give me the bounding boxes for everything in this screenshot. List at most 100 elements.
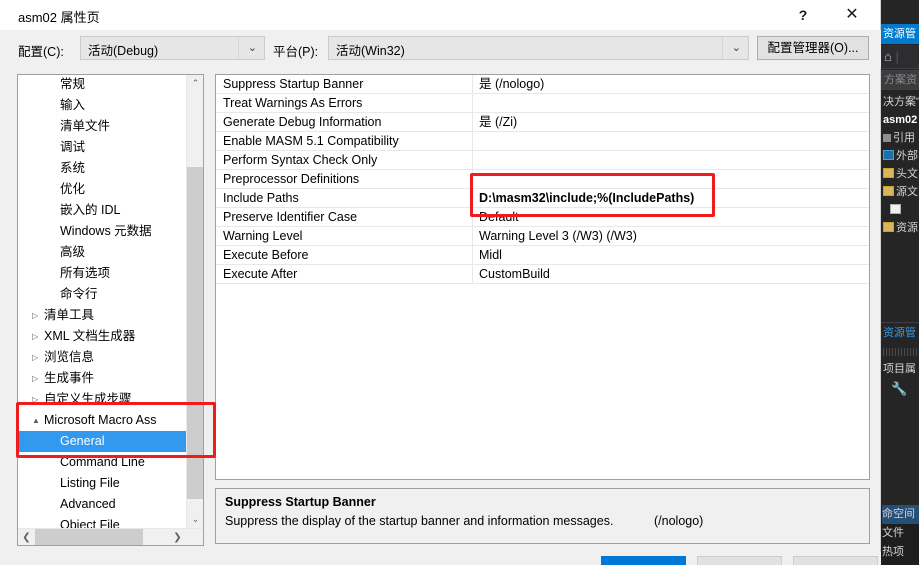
property-grid[interactable]: Suppress Startup Banner 是 (/nologo) Treat … bbox=[215, 74, 870, 480]
tree-item-18[interactable]: Command Line bbox=[18, 452, 188, 473]
expander-expand-icon[interactable]: ▷ bbox=[32, 368, 44, 389]
config-manager-button[interactable]: 配置管理器(O)... bbox=[757, 36, 869, 60]
property-value[interactable]: Warning Level 3 (/W3) (/W3) bbox=[479, 227, 637, 246]
column-divider bbox=[472, 113, 473, 131]
tree-vscroll-thumb[interactable] bbox=[187, 167, 203, 499]
expander-expand-icon[interactable]: ▷ bbox=[32, 389, 44, 410]
tree-node-resource-files[interactable]: 资源 bbox=[881, 219, 919, 237]
property-row[interactable]: Suppress Startup Banner 是 (/nologo) bbox=[216, 75, 869, 94]
property-row[interactable]: Warning Level Warning Level 3 (/W3) (/W3) bbox=[216, 227, 869, 246]
cancel-button[interactable] bbox=[697, 556, 782, 565]
property-row[interactable]: Include Paths D:\masm32\include;%(Include… bbox=[216, 189, 869, 208]
property-value[interactable]: Default bbox=[479, 208, 519, 227]
property-value[interactable]: D:\masm32\include;%(IncludePaths) bbox=[479, 189, 694, 208]
tree-item-1[interactable]: 输入 bbox=[18, 95, 188, 116]
property-category-tree[interactable]: 常规 输入 清单文件调试系统 优化 嵌入的 IDL Windows 元数据 高级 所有选项 命令… bbox=[17, 74, 204, 546]
project-node[interactable]: asm02 bbox=[881, 111, 919, 129]
properties-window[interactable]: 项目属 🔧 bbox=[881, 346, 919, 466]
description-switch: (/nologo) bbox=[654, 514, 704, 528]
tree-node-asm-file[interactable] bbox=[881, 201, 919, 219]
scroll-down-arrow-icon[interactable]: ⌄ bbox=[187, 511, 203, 528]
property-row[interactable]: Generate Debug Information 是 (/Zi) bbox=[216, 113, 869, 132]
property-value[interactable]: CustomBuild bbox=[479, 265, 550, 284]
tab-solution-explorer[interactable]: 资源管 bbox=[881, 24, 919, 44]
solution-root-node[interactable]: 决方案"a bbox=[881, 93, 919, 111]
scroll-up-arrow-icon[interactable]: ⌃ bbox=[187, 75, 203, 92]
property-key: Treat Warnings As Errors bbox=[223, 96, 363, 110]
tree-hscroll-thumb[interactable] bbox=[35, 529, 143, 545]
close-icon[interactable]: ✕ bbox=[830, 0, 874, 30]
tree-item-19[interactable]: Listing File bbox=[18, 473, 188, 494]
tree-item-label: 调试 bbox=[60, 140, 86, 154]
home-icon[interactable]: ⌂ bbox=[884, 49, 892, 64]
solution-tree[interactable]: 决方案"a asm02 引用 外部 头文 源文 资源 bbox=[881, 93, 919, 237]
tree-item-0[interactable]: 常规 bbox=[18, 75, 188, 95]
dialog-title-bar[interactable]: asm02 属性页 ? ✕ bbox=[0, 0, 880, 30]
chevron-down-icon-config[interactable]: ⌄ bbox=[248, 41, 257, 54]
error-list-panel[interactable]: 命空间 文件 热项 bbox=[881, 505, 919, 565]
tree-item-label: 自定义生成步骤 bbox=[44, 392, 132, 406]
tree-node-header-files[interactable]: 头文 bbox=[881, 165, 919, 183]
configuration-value: 活动(Debug) bbox=[88, 44, 159, 58]
property-row[interactable]: Execute Before Midl bbox=[216, 246, 869, 265]
chevron-down-icon-platform[interactable]: ⌄ bbox=[732, 41, 741, 54]
tree-item-11[interactable]: ▷ 清单工具 bbox=[18, 305, 188, 326]
help-icon[interactable]: ? bbox=[783, 0, 823, 30]
tree-item-8[interactable]: 高级 bbox=[18, 242, 188, 263]
property-row[interactable]: Execute After CustomBuild bbox=[216, 265, 869, 284]
scroll-right-arrow-icon[interactable]: ❯ bbox=[169, 529, 186, 545]
tree-node-external-deps[interactable]: 外部 bbox=[881, 147, 919, 165]
tree-item-5[interactable]: 优化 bbox=[18, 179, 188, 200]
tree-item-15[interactable]: ▷ 自定义生成步骤 bbox=[18, 389, 188, 410]
configuration-combobox[interactable]: 活动(Debug) ⌄ bbox=[80, 36, 265, 60]
tree-item-2[interactable]: 清单文件 bbox=[18, 116, 188, 137]
asm-file-icon bbox=[890, 204, 901, 214]
combo-separator-1 bbox=[238, 37, 239, 59]
tree-item-3[interactable]: 调试 bbox=[18, 137, 188, 158]
tree-item-16[interactable]: ▲ Microsoft Macro Ass bbox=[18, 410, 188, 431]
tab-properties-window[interactable]: 资源管 bbox=[881, 322, 919, 342]
expander-expand-icon[interactable]: ▷ bbox=[32, 326, 44, 347]
platform-combobox[interactable]: 活动(Win32) ⌄ bbox=[328, 36, 749, 60]
property-value[interactable]: Midl bbox=[479, 246, 502, 265]
tree-item-label: Microsoft Macro Ass bbox=[44, 413, 157, 427]
platform-value: 活动(Win32) bbox=[336, 44, 405, 58]
tree-node-source-files[interactable]: 源文 bbox=[881, 183, 919, 201]
solution-search-input[interactable]: 方案资 bbox=[881, 70, 919, 90]
property-row[interactable]: Treat Warnings As Errors bbox=[216, 94, 869, 113]
solution-explorer-toolbar[interactable]: ⌂ | bbox=[881, 45, 919, 69]
property-key: Preserve Identifier Case bbox=[223, 210, 358, 224]
expander-expand-icon[interactable]: ▷ bbox=[32, 347, 44, 368]
expander-expand-icon[interactable]: ▷ bbox=[32, 305, 44, 326]
tree-node-references[interactable]: 引用 bbox=[881, 129, 919, 147]
error-list-row-3[interactable]: 热项 bbox=[882, 543, 919, 562]
ok-button[interactable] bbox=[601, 556, 686, 565]
tree-vertical-scrollbar[interactable]: ⌃ ⌄ bbox=[186, 75, 203, 528]
expander-collapse-icon[interactable]: ▲ bbox=[32, 410, 44, 431]
tree-item-4[interactable]: 系统 bbox=[18, 158, 188, 179]
tree-item-12[interactable]: ▷ XML 文档生成器 bbox=[18, 326, 188, 347]
error-list-row-2[interactable]: 文件 bbox=[882, 524, 919, 543]
tree-item-14[interactable]: ▷ 生成事件 bbox=[18, 368, 188, 389]
tree-item-7[interactable]: Windows 元数据 bbox=[18, 221, 188, 242]
tree-item-20[interactable]: Advanced bbox=[18, 494, 188, 515]
property-value[interactable]: 是 (/nologo) bbox=[479, 75, 544, 94]
property-value[interactable]: 是 (/Zi) bbox=[479, 113, 517, 132]
wrench-icon[interactable]: 🔧 bbox=[881, 378, 919, 400]
tree-item-6[interactable]: 嵌入的 IDL bbox=[18, 200, 188, 221]
tree-horizontal-scrollbar[interactable]: ❮ ❯ bbox=[18, 528, 203, 545]
tree-item-17[interactable]: General bbox=[18, 431, 188, 452]
tree-item-10[interactable]: 命令行 bbox=[18, 284, 188, 305]
apply-button[interactable] bbox=[793, 556, 878, 565]
property-row[interactable]: Preserve Identifier Case Default bbox=[216, 208, 869, 227]
tree-item-9[interactable]: 所有选项 bbox=[18, 263, 188, 284]
vs-solution-explorer-panel[interactable]: 资源管 ⌂ | 方案资 决方案"a asm02 引用 外部 头文 源文 bbox=[880, 0, 919, 565]
property-row[interactable]: Perform Syntax Check Only bbox=[216, 151, 869, 170]
property-row[interactable]: Enable MASM 5.1 Compatibility bbox=[216, 132, 869, 151]
property-row[interactable]: Preprocessor Definitions bbox=[216, 170, 869, 189]
error-list-row-1[interactable]: 命空间 bbox=[882, 505, 919, 524]
scroll-left-arrow-icon[interactable]: ❮ bbox=[18, 529, 35, 545]
tree-scroll-content: 常规 输入 清单文件调试系统 优化 嵌入的 IDL Windows 元数据 高级 所有选项 命令… bbox=[18, 75, 188, 545]
tree-item-13[interactable]: ▷ 浏览信息 bbox=[18, 347, 188, 368]
combo-separator-2 bbox=[722, 37, 723, 59]
